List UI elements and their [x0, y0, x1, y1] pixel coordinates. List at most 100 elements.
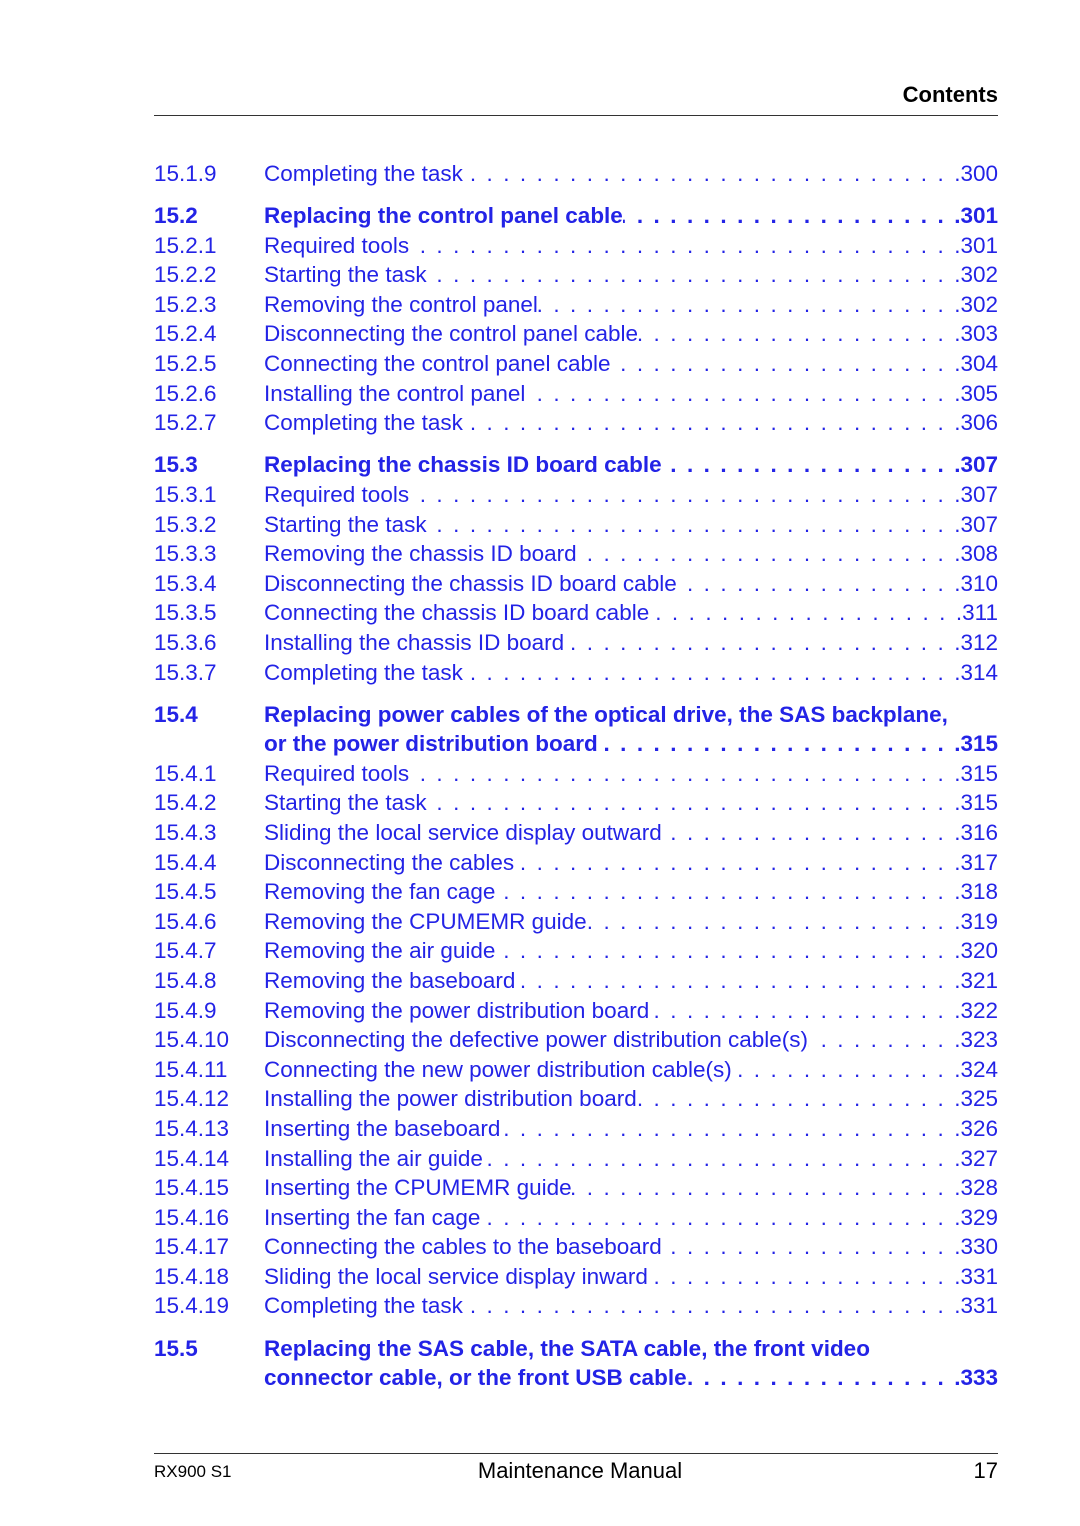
toc-entry[interactable]: 15.3.7 Completing the task 314 [154, 658, 998, 688]
entry-page[interactable]: 320 [960, 936, 998, 966]
toc-entry[interactable]: 15.4.14 Installing the air guide 327 [154, 1144, 998, 1174]
entry-page[interactable]: 330 [960, 1232, 998, 1262]
entry-page[interactable]: 307 [960, 510, 998, 540]
entry-page[interactable]: 300 [960, 159, 998, 189]
entry-page[interactable]: 304 [960, 349, 998, 379]
dot-leader [677, 569, 961, 599]
entry-page[interactable]: 308 [960, 539, 998, 569]
entry-number: 15.3.6 [154, 629, 217, 655]
entry-title: Starting the task [264, 511, 427, 537]
toc-entry[interactable]: 15.4.15 Inserting the CPUMEMR guide 328 [154, 1173, 998, 1203]
entry-page[interactable]: 329 [960, 1203, 998, 1233]
toc-entry[interactable]: 15.2.3 Removing the control panel 302 [154, 290, 998, 320]
dot-leader [463, 408, 961, 438]
toc-entry[interactable]: 15.3.4 Disconnecting the chassis ID board… [154, 569, 998, 599]
toc-section-entry[interactable]: 15.3 Replacing the chassis ID board cable… [154, 450, 998, 480]
entry-page[interactable]: 314 [960, 658, 998, 688]
toc-entry[interactable]: 15.3.1 Required tools 307 [154, 480, 998, 510]
entry-page[interactable]: 305 [960, 379, 998, 409]
toc-entry[interactable]: 15.4.9 Removing the power distribution bo… [154, 996, 998, 1026]
entry-page[interactable]: 322 [960, 996, 998, 1026]
entry-number: 15.4.11 [154, 1056, 228, 1082]
entry-page[interactable]: 303 [960, 319, 998, 349]
entry-page[interactable]: 302 [960, 260, 998, 290]
toc-entry[interactable]: 15.3.3 Removing the chassis ID board 308 [154, 539, 998, 569]
toc-section-entry[interactable]: 15.2 Replacing the control panel cable 301 [154, 201, 998, 231]
toc-entry[interactable]: 15.2.5 Connecting the control panel cable… [154, 349, 998, 379]
toc-entry[interactable]: 15.4.11 Connecting the new power distribu… [154, 1055, 998, 1085]
toc-entry[interactable]: 15.4.4 Disconnecting the cables 317 [154, 848, 998, 878]
toc-entry[interactable]: 15.2.7 Completing the task 306 [154, 408, 998, 438]
toc-entry[interactable]: 15.4.12 Installing the power distribution… [154, 1084, 998, 1114]
entry-title: Inserting the fan cage [264, 1204, 481, 1230]
toc-entry[interactable]: 15.2.1 Required tools 301 [154, 231, 998, 261]
entry-page[interactable]: 333 [960, 1363, 998, 1393]
dot-leader [463, 159, 961, 189]
toc-entry[interactable]: 15.4.18 Sliding the local service display… [154, 1262, 998, 1292]
entry-page[interactable]: 331 [960, 1291, 998, 1321]
toc-section-entry[interactable]: 15.4 Replacing power cables of the optica… [154, 700, 998, 730]
entry-page[interactable]: 331 [960, 1262, 998, 1292]
toc-entry[interactable]: 15.4.16 Inserting the fan cage 329 [154, 1203, 998, 1233]
toc-entry[interactable]: 15.4.3 Sliding the local service display … [154, 818, 998, 848]
toc-entry[interactable]: 15.3.5 Connecting the chassis ID board ca… [154, 598, 998, 628]
toc-entry[interactable]: 15.1.9 Completing the task 300 [154, 159, 998, 189]
toc-entry[interactable]: 15.4.19 Completing the task 331 [154, 1291, 998, 1321]
entry-title: Disconnecting the chassis ID board cable [264, 570, 677, 596]
entry-number: 15.4 [154, 701, 198, 727]
entry-title: Disconnecting the defective power distri… [264, 1027, 809, 1053]
entry-page[interactable]: 317 [960, 848, 998, 878]
entry-page[interactable]: 301 [960, 201, 998, 231]
toc-entry[interactable]: 15.3.6 Installing the chassis ID board 312 [154, 628, 998, 658]
toc-entry[interactable]: 15.2.6 Installing the control panel 305 [154, 379, 998, 409]
entry-title: Removing the CPUMEMR guide [264, 908, 587, 934]
toc-entry[interactable]: 15.4.13 Inserting the baseboard 326 [154, 1114, 998, 1144]
entry-title: Starting the task [264, 790, 427, 816]
entry-page[interactable]: 310 [960, 569, 998, 599]
entry-page[interactable]: 302 [960, 290, 998, 320]
entry-page[interactable]: 325 [960, 1084, 998, 1114]
entry-page[interactable]: 311 [962, 598, 998, 628]
entry-title: Completing the task [264, 161, 463, 186]
toc-entry[interactable]: 15.4.6 Removing the CPUMEMR guide 319 [154, 907, 998, 937]
toc-entry[interactable]: 15.4.8 Removing the baseboard 321 [154, 966, 998, 996]
dot-leader [648, 1262, 961, 1292]
entry-page[interactable]: 307 [960, 450, 998, 480]
toc-entry[interactable]: 15.4.7 Removing the air guide 320 [154, 936, 998, 966]
dot-leader [525, 379, 960, 409]
entry-page[interactable]: 315 [960, 788, 998, 818]
entry-page[interactable]: 323 [960, 1025, 998, 1055]
entry-page[interactable]: 307 [960, 480, 998, 510]
toc-section-entry-continued[interactable]: or the power distribution board 315 [154, 729, 998, 759]
entry-title: Sliding the local service display outwar… [264, 819, 662, 845]
dot-leader [611, 349, 961, 379]
entry-page[interactable]: 326 [960, 1114, 998, 1144]
toc-entry[interactable]: 15.3.2 Starting the task 307 [154, 510, 998, 540]
toc-entry[interactable]: 15.2.4 Disconnecting the control panel ca… [154, 319, 998, 349]
toc-entry[interactable]: 15.4.1 Required tools 315 [154, 759, 998, 789]
entry-page[interactable]: 315 [960, 759, 998, 789]
toc-entry[interactable]: 15.4.5 Removing the fan cage 318 [154, 877, 998, 907]
entry-page[interactable]: 318 [960, 877, 998, 907]
entry-page[interactable]: 327 [960, 1144, 998, 1174]
entry-page[interactable]: 324 [960, 1055, 998, 1085]
entry-page[interactable]: 301 [960, 231, 998, 261]
toc-entry[interactable]: 15.4.17 Connecting the cables to the base… [154, 1232, 998, 1262]
toc-entry[interactable]: 15.2.2 Starting the task 302 [154, 260, 998, 290]
toc-section-entry[interactable]: 15.5 Replacing the SAS cable, the SATA ca… [154, 1334, 998, 1364]
entry-page[interactable]: 315 [960, 729, 998, 759]
entry-page[interactable]: 319 [960, 907, 998, 937]
entry-page[interactable]: 328 [960, 1173, 998, 1203]
entry-page[interactable]: 312 [960, 628, 998, 658]
entry-page[interactable]: 316 [960, 818, 998, 848]
entry-page[interactable]: 306 [960, 408, 998, 438]
entry-page[interactable]: 321 [960, 966, 998, 996]
toc-section-entry-continued[interactable]: connector cable, or the front USB cable 3… [154, 1363, 998, 1393]
entry-title-continued: or the power distribution board [264, 731, 598, 757]
entry-title: Removing the baseboard [264, 967, 516, 993]
toc-entry[interactable]: 15.4.10 Disconnecting the defective power… [154, 1025, 998, 1055]
entry-number: 15.4.3 [154, 819, 217, 845]
toc-entry[interactable]: 15.4.2 Starting the task 315 [154, 788, 998, 818]
dot-leader [463, 1291, 961, 1321]
entry-number: 15.2.4 [154, 321, 217, 347]
